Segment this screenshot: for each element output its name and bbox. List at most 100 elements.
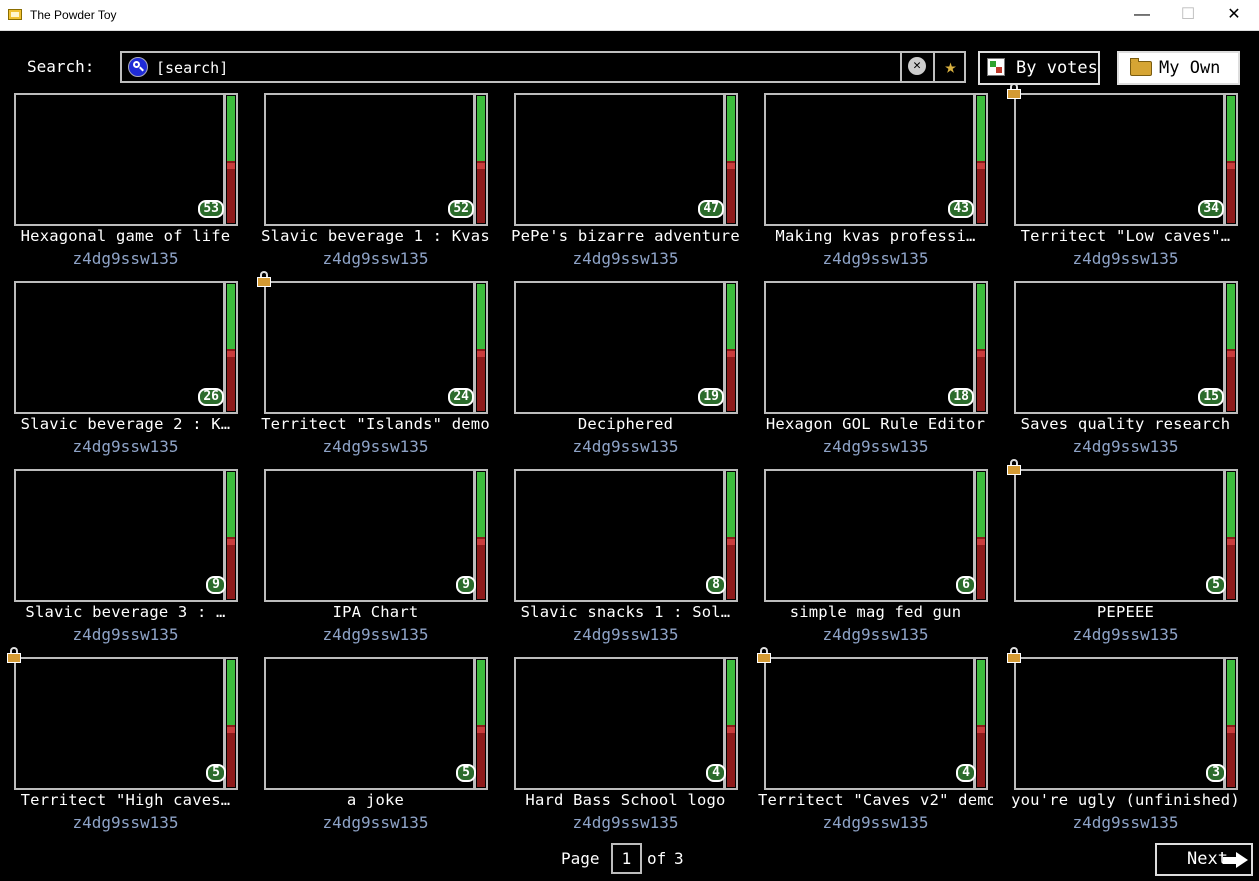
save-card[interactable]: 5 Territect "High caves… z4dg9ssw135 [7,647,244,837]
save-thumbnail[interactable] [764,281,975,414]
save-thumbnail[interactable] [264,657,475,790]
save-author[interactable]: z4dg9ssw135 [508,249,743,268]
save-thumbnail[interactable] [1014,93,1225,226]
save-title[interactable]: Slavic snacks 1 : Sol… [508,603,743,621]
save-card[interactable]: 8 Slavic snacks 1 : Sol… z4dg9ssw135 [514,469,744,649]
sort-by-votes-button[interactable]: By votes [978,51,1100,85]
vote-down-fill [227,725,235,787]
page-of-label: of [647,849,667,868]
vote-down-fill [727,537,735,599]
save-title[interactable]: Slavic beverage 1 : Kvas [258,227,493,245]
save-author[interactable]: z4dg9ssw135 [8,437,243,456]
minimize-button[interactable]: — [1119,0,1165,31]
save-thumbnail[interactable] [264,281,475,414]
save-thumbnail[interactable] [14,469,225,602]
save-thumbnail[interactable] [514,469,725,602]
save-thumbnail[interactable] [1014,657,1225,790]
save-title[interactable]: Hexagonal game of life [8,227,243,245]
save-title[interactable]: PEPEEE [1008,603,1243,621]
score-badge: 19 [698,388,724,406]
save-title[interactable]: Territect "High caves… [8,791,243,809]
save-card[interactable]: 18 Hexagon GOL Rule Editor z4dg9ssw135 [764,281,994,461]
save-thumbnail[interactable] [1014,469,1225,602]
save-thumbnail[interactable] [14,281,225,414]
next-page-button[interactable]: Next [1155,843,1253,876]
save-thumbnail[interactable] [264,93,475,226]
save-thumbnail[interactable] [764,657,975,790]
vote-divider [477,351,485,357]
save-thumbnail[interactable] [764,93,975,226]
vote-bar [974,281,988,414]
save-author[interactable]: z4dg9ssw135 [8,249,243,268]
save-title[interactable]: Deciphered [508,415,743,433]
save-thumbnail[interactable] [514,93,725,226]
save-author[interactable]: z4dg9ssw135 [758,249,993,268]
my-own-button[interactable]: My Own [1117,51,1240,85]
save-card[interactable]: 15 Saves quality research z4dg9ssw135 [1014,281,1244,461]
save-author[interactable]: z4dg9ssw135 [258,813,493,832]
save-card[interactable]: 52 Slavic beverage 1 : Kvas z4dg9ssw135 [261,93,494,273]
save-author[interactable]: z4dg9ssw135 [758,813,993,832]
search-box[interactable]: ✕ ★ [120,51,966,83]
score-badge: 5 [456,764,476,782]
save-title[interactable]: Slavic beverage 3 : … [8,603,243,621]
save-author[interactable]: z4dg9ssw135 [758,437,993,456]
maximize-button[interactable]: ☐ [1165,0,1211,31]
save-author[interactable]: z4dg9ssw135 [258,625,493,644]
save-thumbnail[interactable] [764,469,975,602]
save-title[interactable]: Hard Bass School logo [508,791,743,809]
save-card[interactable]: 6 simple mag fed gun z4dg9ssw135 [764,469,994,649]
save-card[interactable]: 4 Hard Bass School logo z4dg9ssw135 [514,657,744,837]
save-card[interactable]: 26 Slavic beverage 2 : K… z4dg9ssw135 [14,281,244,461]
save-author[interactable]: z4dg9ssw135 [1008,249,1243,268]
save-title[interactable]: simple mag fed gun [758,603,993,621]
save-author[interactable]: z4dg9ssw135 [508,437,743,456]
save-thumbnail[interactable] [1014,281,1225,414]
save-title[interactable]: IPA Chart [258,603,493,621]
save-card[interactable]: 34 Territect "Low caves"… z4dg9ssw135 [1007,83,1244,273]
save-title[interactable]: Saves quality research [1008,415,1243,433]
save-title[interactable]: Hexagon GOL Rule Editor [758,415,993,433]
search-input[interactable] [156,58,896,78]
save-author[interactable]: z4dg9ssw135 [8,625,243,644]
save-author[interactable]: z4dg9ssw135 [758,625,993,644]
vote-up-fill [977,96,985,163]
save-card[interactable]: 9 IPA Chart z4dg9ssw135 [264,469,494,649]
save-title[interactable]: Territect "Low caves"… [1008,227,1243,245]
save-thumbnail[interactable] [14,657,225,790]
save-author[interactable]: z4dg9ssw135 [258,249,493,268]
save-thumbnail[interactable] [514,281,725,414]
page-number-input[interactable]: 1 [611,843,642,874]
save-author[interactable]: z4dg9ssw135 [1008,625,1243,644]
save-card[interactable]: 5a joke z4dg9ssw135 [264,657,494,837]
save-card[interactable]: 47 PePe's bizarre adventure z4dg9ssw135 [511,93,744,273]
save-author[interactable]: z4dg9ssw135 [8,813,243,832]
save-card[interactable]: 24 Territect "Islands" demo z4dg9ssw135 [257,271,494,461]
save-title[interactable]: Territect "Caves v2" demo [758,791,993,809]
save-title[interactable]: PePe's bizarre adventure [508,227,743,245]
save-thumbnail[interactable] [14,93,225,226]
save-author[interactable]: z4dg9ssw135 [508,813,743,832]
save-card[interactable]: 4 Territect "Caves v2" demo z4dg9ssw135 [757,647,994,837]
clear-search-button[interactable]: ✕ [900,51,933,83]
save-card[interactable]: 19 Deciphered z4dg9ssw135 [514,281,744,461]
save-thumbnail[interactable] [264,469,475,602]
save-author[interactable]: z4dg9ssw135 [1008,437,1243,456]
save-title[interactable]: Territect "Islands" demo [258,415,493,433]
save-thumbnail[interactable] [514,657,725,790]
save-card[interactable]: 5 PEPEEE z4dg9ssw135 [1007,459,1244,649]
favorites-button[interactable]: ★ [933,51,966,83]
save-title[interactable]: you're ugly (unfinished) [1008,791,1243,809]
save-title[interactable]: a joke [258,791,493,809]
save-title[interactable]: Slavic beverage 2 : K… [8,415,243,433]
vote-bar [1224,93,1238,226]
close-button[interactable]: ✕ [1211,0,1257,31]
save-card[interactable]: 53 Hexagonal game of life z4dg9ssw135 [14,93,244,273]
save-author[interactable]: z4dg9ssw135 [508,625,743,644]
save-card[interactable]: 9 Slavic beverage 3 : … z4dg9ssw135 [14,469,244,649]
save-author[interactable]: z4dg9ssw135 [1008,813,1243,832]
save-card[interactable]: 43 Making kvas professi… z4dg9ssw135 [764,93,994,273]
save-card[interactable]: 3 you're ugly (unfinished) z4dg9ssw135 [1007,647,1244,837]
save-author[interactable]: z4dg9ssw135 [258,437,493,456]
save-title[interactable]: Making kvas professi… [758,227,993,245]
